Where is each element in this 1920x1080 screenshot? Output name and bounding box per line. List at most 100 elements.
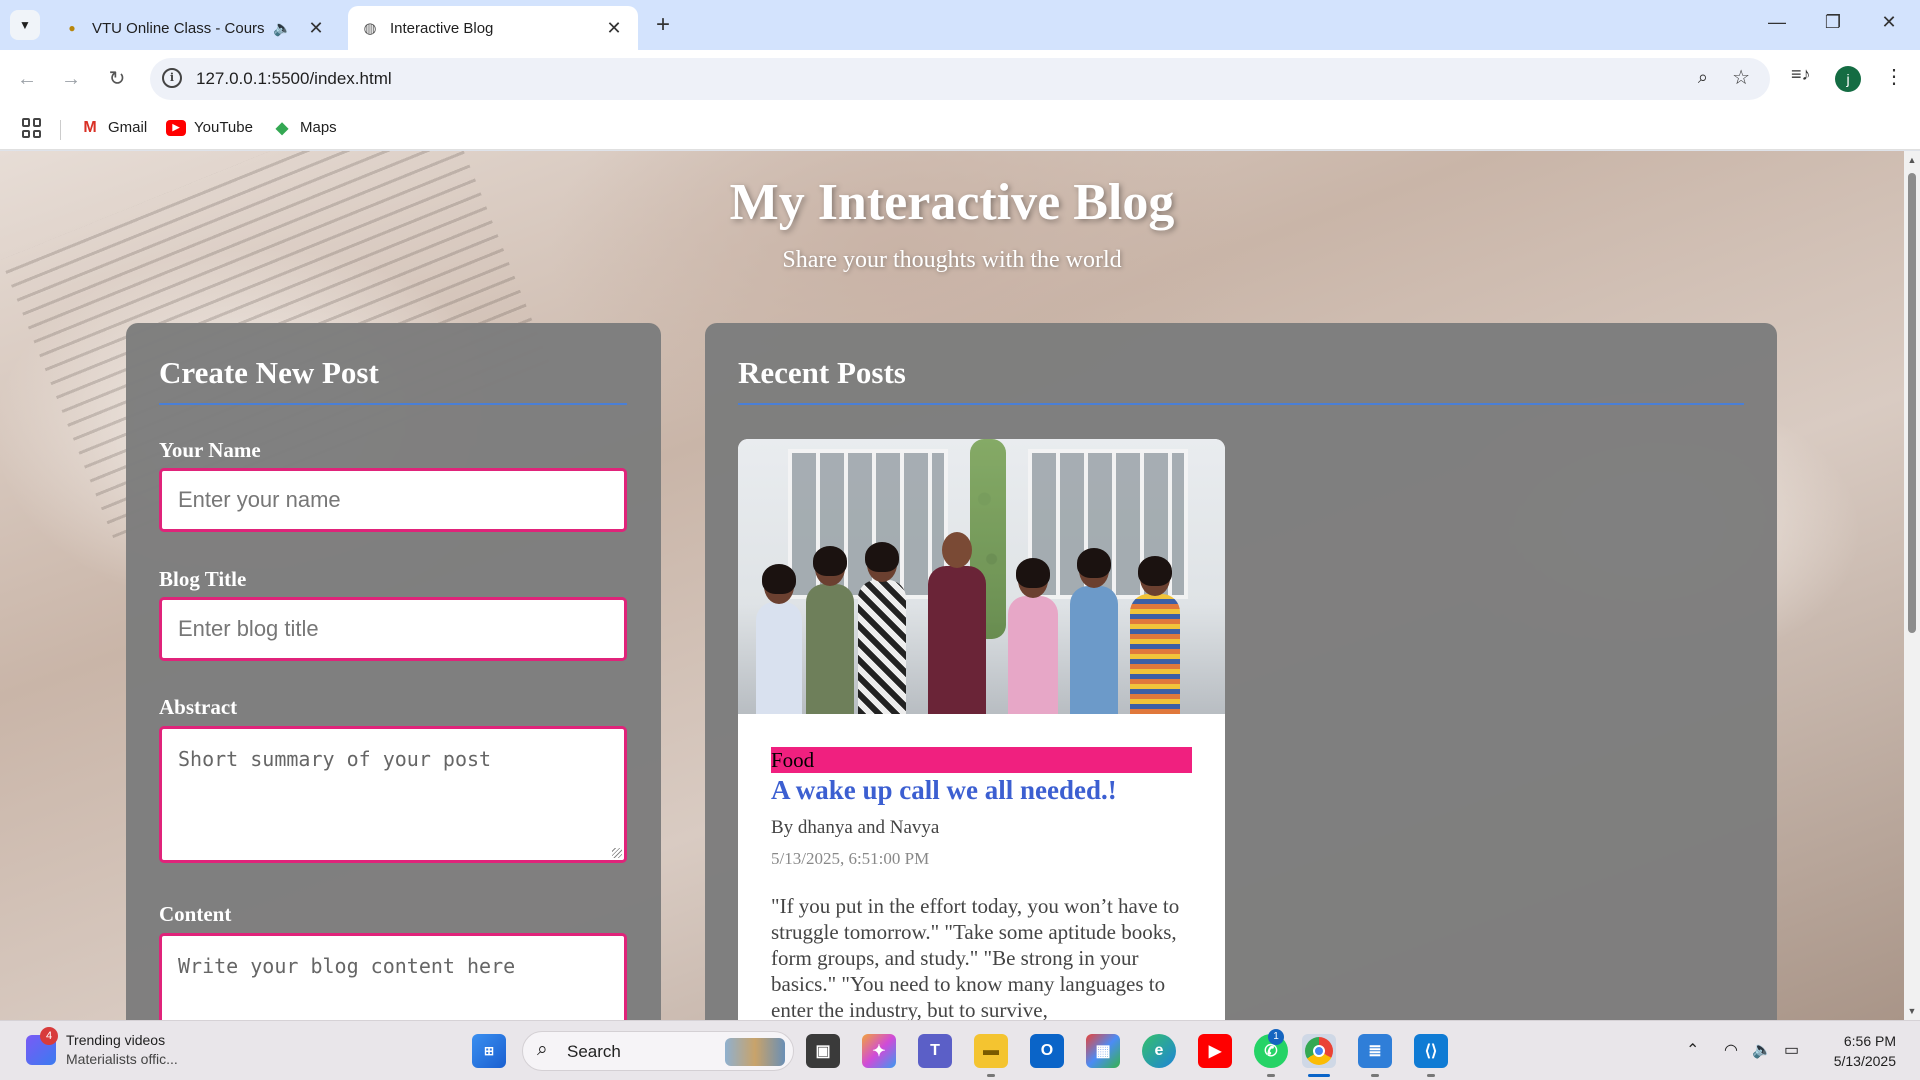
file-explorer-icon[interactable]: ▬	[974, 1034, 1008, 1068]
post-title[interactable]: A wake up call we all needed.!	[771, 775, 1117, 806]
running-indicator	[987, 1074, 995, 1077]
chevron-down-icon: ▼	[19, 18, 31, 32]
person-figure	[1130, 556, 1180, 714]
page-subtitle: Share your thoughts with the world	[782, 247, 1122, 273]
page-viewport: My Interactive Blog Share your thoughts …	[0, 151, 1904, 1020]
forward-icon[interactable]: →	[56, 64, 86, 94]
abstract-textarea[interactable]: Short summary of your post	[159, 726, 627, 863]
site-info-icon[interactable]: i	[162, 68, 182, 88]
tab-vtu-online-class[interactable]: ● VTU Online Class - Course 🔈 ✕	[50, 6, 340, 50]
taskbar: 4 Trending videos Materialists offic... …	[0, 1020, 1920, 1080]
bookmark-label: YouTube	[194, 119, 253, 136]
zoom-icon[interactable]: ⌕	[1698, 67, 1708, 88]
post-body: "If you put in the effort today, you won…	[771, 894, 1180, 1020]
youtube-icon: ▶	[166, 119, 186, 136]
content-label: Content	[159, 902, 232, 926]
search-highlight-image	[725, 1038, 785, 1066]
title-input[interactable]: Enter blog title	[159, 597, 627, 661]
abstract-label: Abstract	[159, 695, 238, 719]
new-tab-button[interactable]: +	[650, 12, 676, 38]
search-icon: ⌕	[537, 1039, 548, 1060]
scroll-up-icon[interactable]: ▲	[1907, 155, 1917, 165]
teams-icon[interactable]: T	[918, 1034, 952, 1068]
recent-posts-heading: Recent Posts	[738, 355, 906, 390]
chrome-taskbar-button[interactable]	[1302, 1034, 1336, 1068]
maps-icon: ◆	[275, 119, 289, 137]
tab-search-button[interactable]: ▼	[10, 10, 40, 40]
windows-start-icon[interactable]: ⊞	[472, 1034, 506, 1068]
reload-icon[interactable]: ↻	[102, 64, 132, 94]
widgets-icon: 4	[26, 1027, 58, 1065]
page-title: My Interactive Blog	[729, 174, 1175, 231]
vscode-icon[interactable]: ⟨⟩	[1414, 1034, 1448, 1068]
apps-grid-icon[interactable]	[22, 118, 42, 138]
restore-icon[interactable]: ❐	[1818, 12, 1848, 33]
wifi-icon[interactable]: ◠	[1724, 1040, 1738, 1060]
name-label: Your Name	[159, 438, 261, 462]
bookmark-star-icon[interactable]: ☆	[1732, 65, 1750, 90]
chrome-icon	[1305, 1037, 1333, 1065]
running-indicator	[1371, 1074, 1379, 1077]
volume-icon[interactable]: 🔈	[1752, 1040, 1772, 1060]
copilot-icon[interactable]: ✦	[862, 1034, 896, 1068]
name-input[interactable]: Enter your name	[159, 468, 627, 532]
create-post-heading: Create New Post	[159, 355, 379, 390]
close-tab-icon[interactable]: ✕	[604, 18, 624, 39]
post-card[interactable]: Food A wake up call we all needed.! By d…	[738, 439, 1225, 1020]
tab-title: Interactive Blog	[390, 19, 494, 37]
tab-interactive-blog[interactable]: ◍ Interactive Blog ✕	[348, 6, 638, 50]
scrollbar-thumb[interactable]	[1908, 173, 1916, 633]
task-view-icon[interactable]: ▣	[806, 1034, 840, 1068]
url-text[interactable]: 127.0.0.1:5500/index.html	[196, 69, 392, 89]
battery-icon[interactable]: ▭	[1784, 1040, 1799, 1060]
bookmark-maps[interactable]: ◆ Maps	[272, 119, 337, 137]
outlook-icon[interactable]: O	[1030, 1034, 1064, 1068]
chevron-up-icon[interactable]: ⌃	[1686, 1040, 1699, 1060]
globe-icon: ◍	[363, 20, 377, 37]
abstract-placeholder: Short summary of your post	[178, 747, 492, 771]
address-bar[interactable]: i 127.0.0.1:5500/index.html ⌕ ☆	[150, 58, 1770, 100]
heading-divider	[159, 403, 627, 405]
person-figure	[806, 546, 854, 714]
site-favicon-icon: ●	[68, 21, 76, 35]
speaker-icon[interactable]: 🔈	[273, 19, 292, 37]
content-textarea[interactable]: Write your blog content here	[159, 933, 627, 1020]
close-window-icon[interactable]: ✕	[1874, 12, 1904, 33]
tab-title: VTU Online Class - Course	[92, 19, 266, 37]
bookmark-gmail[interactable]: M Gmail	[80, 119, 147, 137]
resize-handle-icon[interactable]	[612, 848, 622, 858]
notification-badge: 4	[40, 1027, 58, 1045]
whatsapp-badge: 1	[1268, 1029, 1284, 1045]
person-figure	[1008, 558, 1058, 714]
youtube-app-icon[interactable]: ▶	[1198, 1034, 1232, 1068]
close-tab-icon[interactable]: ✕	[306, 18, 326, 39]
widgets-button[interactable]: 4 Trending videos Materialists offic...	[26, 1027, 178, 1069]
person-figure	[858, 542, 906, 714]
system-clock[interactable]: 6:56 PM 5/13/2025	[1830, 1031, 1896, 1071]
post-author: By dhanya and Navya	[771, 817, 940, 838]
profile-avatar[interactable]: j	[1835, 66, 1861, 92]
heading-divider	[738, 403, 1744, 405]
category-badge: Food	[771, 747, 1192, 773]
bookmark-label: Maps	[300, 119, 337, 136]
clock-time: 6:56 PM	[1843, 1033, 1896, 1049]
tab-strip: ▼ ● VTU Online Class - Course 🔈 ✕ ◍ Inte…	[0, 0, 1920, 50]
scroll-down-icon[interactable]: ▼	[1907, 1006, 1917, 1016]
microsoft365-icon[interactable]: ▦	[1086, 1034, 1120, 1068]
taskbar-search[interactable]: ⌕ Search	[522, 1031, 794, 1071]
bookmark-youtube[interactable]: ▶ YouTube	[166, 119, 253, 136]
minimize-icon[interactable]: —	[1762, 12, 1792, 33]
page-scrollbar[interactable]: ▲ ▼	[1904, 151, 1920, 1020]
back-icon[interactable]: ←	[12, 64, 42, 94]
window-shape	[788, 449, 948, 599]
notepad-icon[interactable]: ≣	[1358, 1034, 1392, 1068]
more-menu-icon[interactable]: ⋮	[1884, 64, 1904, 89]
bookmarks-bar: M Gmail ▶ YouTube ◆ Maps	[0, 108, 1920, 150]
edge-icon[interactable]: e	[1142, 1034, 1176, 1068]
person-figure	[1070, 548, 1118, 714]
running-indicator	[1427, 1074, 1435, 1077]
media-controls-icon[interactable]: ≡♪	[1791, 64, 1811, 85]
post-image	[738, 439, 1225, 714]
widget-subtitle: Materialists offic...	[66, 1051, 178, 1067]
widget-title: Trending videos	[66, 1032, 166, 1048]
